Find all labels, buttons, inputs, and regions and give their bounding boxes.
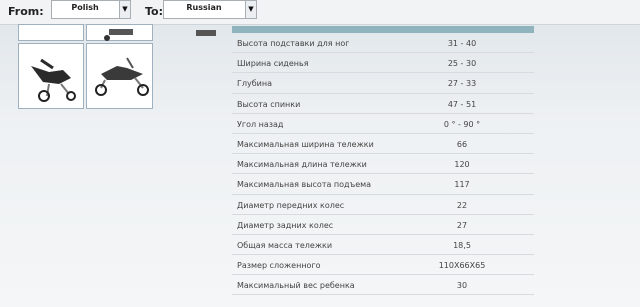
spec-value: 27 - 33 bbox=[447, 79, 477, 89]
stroller-image bbox=[31, 58, 76, 102]
chevron-down-icon: ▼ bbox=[119, 1, 130, 18]
product-thumbnail[interactable] bbox=[155, 24, 221, 41]
spec-value: 110X66X65 bbox=[438, 261, 486, 271]
to-label: To: bbox=[145, 5, 163, 18]
table-row: Размер сложенного 110X66X65 bbox=[232, 255, 534, 276]
product-thumbnail[interactable] bbox=[86, 43, 153, 109]
spec-value: 31 - 40 bbox=[447, 39, 477, 48]
product-thumbnail[interactable] bbox=[18, 43, 84, 109]
spec-value: 66 bbox=[456, 139, 468, 149]
from-language-select[interactable]: Polish ▼ bbox=[51, 0, 131, 19]
table-row: Диаметр передних колес 22 bbox=[232, 195, 534, 215]
table-body: Высота подставки для ног 31 - 40 Ширина си… bbox=[232, 33, 534, 296]
table-row: Глубина 27 - 33 bbox=[232, 73, 534, 94]
table-row: Максимальная высота подъема 117 bbox=[232, 174, 534, 195]
table-row: Общая масса тележки 18,5 bbox=[232, 235, 534, 256]
from-language-value: Polish bbox=[71, 3, 99, 12]
spec-value: 18,5 bbox=[453, 240, 471, 250]
from-label: From: bbox=[8, 5, 44, 18]
spec-name: Высота спинки bbox=[237, 99, 301, 109]
table-header bbox=[232, 26, 534, 33]
chevron-down-icon: ▼ bbox=[245, 1, 256, 18]
table-row: Максимальная ширина тележки 66 bbox=[232, 134, 534, 155]
spec-name: Максимальная длина тележки bbox=[237, 160, 367, 170]
table-row: Высота спинки 47 - 51 bbox=[232, 94, 534, 114]
spec-value: 25 - 30 bbox=[447, 59, 477, 69]
spec-name: Общая масса тележки bbox=[237, 240, 333, 250]
table-row: Высота подставки для ног 31 - 40 bbox=[232, 33, 534, 54]
spec-name: Размер сложенного bbox=[237, 261, 321, 271]
spec-value: 0 ° - 90 ° bbox=[443, 119, 481, 129]
spec-name: Диаметр задних колес bbox=[237, 220, 334, 230]
table-row: Максимальный вес ребенка 30 bbox=[232, 275, 534, 296]
product-thumbnail[interactable] bbox=[18, 24, 84, 41]
spec-value: 47 - 51 bbox=[447, 99, 477, 109]
table-row: Максимальная длина тележки 120 bbox=[232, 154, 534, 175]
table-row: Угол назад 0 ° - 90 ° bbox=[232, 114, 534, 134]
table-row: Диаметр задних колес 27 bbox=[232, 215, 534, 235]
translator-bar: From: Polish ▼ To: Russian ▼ bbox=[0, 0, 640, 25]
product-thumbnail[interactable] bbox=[86, 24, 153, 41]
spec-name: Максимальная ширина тележки bbox=[237, 139, 374, 149]
table-row: Ширина сиденья 25 - 30 bbox=[232, 53, 534, 74]
stroller-image bbox=[95, 57, 149, 96]
spec-name: Ширина сиденья bbox=[237, 59, 309, 69]
specs-table: Высота подставки для ног 31 - 40 Ширина си… bbox=[232, 26, 534, 307]
stroller-image bbox=[196, 30, 216, 36]
spec-name: Максимальная высота подъема bbox=[237, 180, 372, 190]
to-language-value: Russian bbox=[186, 3, 222, 12]
spec-value: 30 bbox=[456, 281, 468, 291]
spec-name: Высота подставки для ног bbox=[237, 39, 350, 48]
stroller-image bbox=[104, 29, 133, 41]
spec-name: Угол назад bbox=[237, 119, 284, 129]
spec-value: 120 bbox=[454, 160, 470, 170]
spec-name: Глубина bbox=[237, 79, 272, 89]
spec-name: Максимальный вес ребенка bbox=[237, 281, 355, 291]
to-language-select[interactable]: Russian ▼ bbox=[163, 0, 257, 19]
spec-value: 27 bbox=[456, 220, 468, 230]
spec-value: 117 bbox=[454, 180, 470, 190]
spec-name: Диаметр передних колес bbox=[237, 200, 345, 210]
spec-value: 22 bbox=[456, 200, 468, 210]
